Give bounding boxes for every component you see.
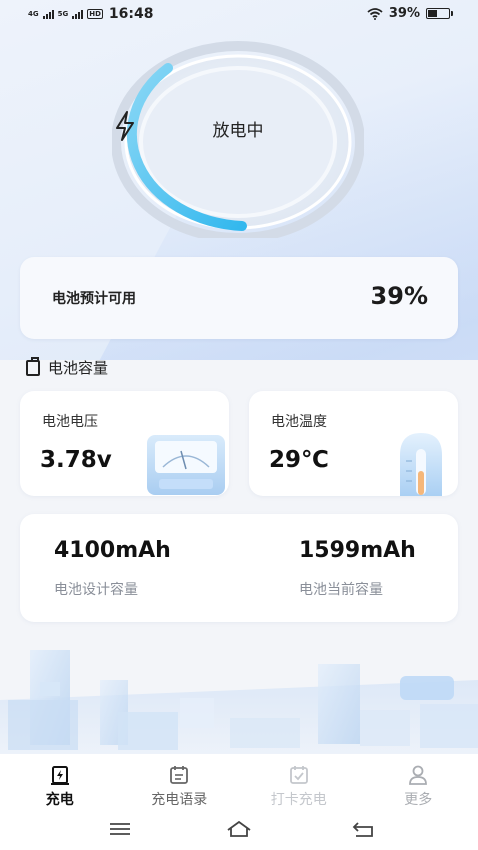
status-left: 4G 5G HD 16:48 [28,6,154,22]
estimate-label: 电池预计可用 [52,291,136,307]
battery-outline-icon [26,356,40,376]
menu-icon[interactable] [106,818,134,840]
city-illustration [0,650,478,755]
back-icon[interactable] [350,818,378,840]
design-capacity: 4100mAh 电池设计容量 [54,538,171,599]
estimate-value: 39% [370,282,428,310]
tab-checkin-charge[interactable]: 打卡充电 [239,754,359,812]
user-icon [409,765,428,785]
temperature-value: 29℃ [269,447,329,473]
signal-bars-icon [72,9,84,19]
current-capacity: 1599mAh 电池当前容量 [299,538,416,599]
battery-percent: 39% [388,6,420,21]
hd-badge: HD [87,9,103,19]
temperature-card: 电池温度 29℃ [249,391,458,496]
voltage-value: 3.78v [40,447,112,473]
section-title-text: 电池容量 [48,359,109,377]
wifi-icon [367,7,383,20]
design-capacity-value: 4100mAh [54,538,171,563]
system-nav-bar [0,812,478,850]
current-capacity-label: 电池当前容量 [299,582,383,598]
design-capacity-label: 电池设计容量 [54,582,138,598]
tab-more[interactable]: 更多 [359,754,478,812]
tab-more-label: 更多 [404,792,433,808]
battery-icon [426,8,453,19]
status-bar: 4G 5G HD 16:48 39% [0,0,478,30]
status-right: 39% [367,6,453,21]
signal-label-1: 4G [28,10,39,18]
voltage-label: 电池电压 [42,414,98,430]
battery-estimate-card: 电池预计可用 39% [20,257,458,339]
section-title: 电池容量 [26,356,109,378]
current-capacity-value: 1599mAh [299,538,416,563]
tab-charge-label: 充电 [45,792,74,808]
thermometer-icon [400,433,442,496]
temperature-label: 电池温度 [271,414,327,430]
capacity-card: 4100mAh 电池设计容量 1599mAh 电池当前容量 [20,514,458,622]
tab-checkin-charge-label: 打卡充电 [270,792,327,808]
voltmeter-icon [147,435,225,495]
home-icon[interactable] [225,818,253,840]
gauge-center: 放电中 [112,110,364,141]
discharge-gauge: 放电中 [112,38,364,238]
battery-fill [428,10,437,17]
tab-charge-quotes-label: 充电语录 [151,792,208,808]
voltage-card: 电池电压 3.78v [20,391,229,496]
bottom-tab-bar: 充电 充电语录 打卡充电 更多 [0,754,478,812]
signal-bars-icon [42,9,54,19]
charge-icon [50,766,69,785]
tab-charge[interactable]: 充电 [0,754,120,812]
calendar-icon [170,766,189,784]
status-time: 16:48 [108,6,154,22]
signal-label-2: 5G [57,10,69,18]
lightning-icon [116,111,134,141]
gauge-status-text: 放电中 [212,121,264,141]
check-calendar-icon [289,766,308,784]
tab-charge-quotes[interactable]: 充电语录 [120,754,240,812]
